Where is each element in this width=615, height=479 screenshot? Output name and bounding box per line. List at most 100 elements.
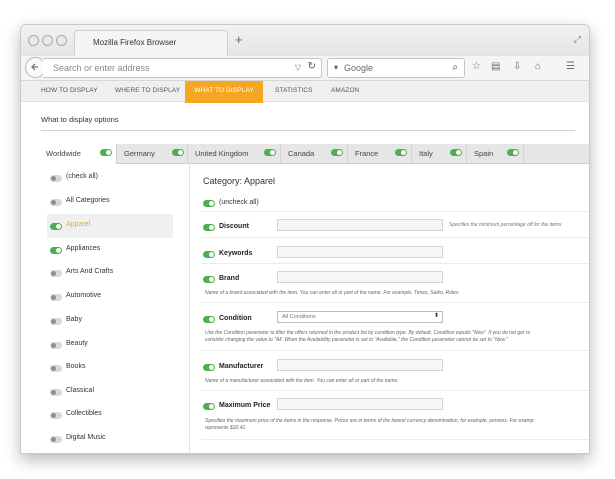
- maximum-price-input[interactable]: [277, 398, 443, 410]
- maximum-price-toggle[interactable]: [203, 403, 215, 410]
- row-divider: [201, 390, 589, 391]
- category-item-baby[interactable]: Baby: [47, 309, 173, 333]
- category-toggle[interactable]: [50, 389, 62, 396]
- nav-statistics[interactable]: STATISTICS: [275, 81, 313, 101]
- new-tab-button[interactable]: +: [235, 33, 243, 46]
- discount-hint: Specifies the minimum percentage off for…: [449, 222, 562, 228]
- home-icon[interactable]: ⌂: [535, 61, 541, 73]
- country-toggle[interactable]: [450, 149, 462, 156]
- country-tab-label: Spain: [474, 149, 494, 158]
- uncheck-all-label: (uncheck all): [219, 199, 259, 206]
- section-title: What to display options: [41, 115, 119, 124]
- condition-select[interactable]: All Conditions ⬍: [277, 311, 443, 323]
- keywords-toggle[interactable]: [203, 251, 215, 258]
- country-toggle[interactable]: [507, 149, 519, 156]
- condition-toggle[interactable]: [203, 316, 215, 323]
- category-toggle[interactable]: [50, 247, 62, 254]
- category-label: (check all): [66, 173, 98, 180]
- country-tab-united-kingdom[interactable]: United Kingdom: [188, 144, 281, 163]
- downloads-icon[interactable]: ⇩: [513, 61, 521, 73]
- row-divider: [201, 263, 589, 264]
- history-dropdown-icon[interactable]: ▽: [295, 63, 301, 72]
- reload-icon[interactable]: ↻: [308, 61, 316, 72]
- close-window-button[interactable]: [28, 35, 39, 46]
- country-toggle[interactable]: [395, 149, 407, 156]
- browser-tab[interactable]: Mozilla Firefox Browser: [74, 30, 228, 57]
- nav-what-to-display[interactable]: WHAT TO DISPLAY: [185, 81, 263, 103]
- brand-toggle[interactable]: [203, 276, 215, 283]
- select-arrows-icon: ⬍: [433, 313, 439, 319]
- country-toggle[interactable]: [172, 149, 184, 156]
- category-label: Digital Music: [66, 434, 106, 441]
- category-toggle[interactable]: [50, 412, 62, 419]
- manufacturer-input[interactable]: [277, 359, 443, 371]
- nav-where-to-display[interactable]: WHERE TO DISPLAY: [115, 81, 180, 101]
- category-label: Arts And Crafts: [66, 268, 114, 275]
- condition-description-line-2: consider changing the value to "All. Whe…: [205, 337, 508, 343]
- category-toggle[interactable]: [50, 175, 62, 182]
- brand-input[interactable]: [277, 271, 443, 283]
- minimize-window-button[interactable]: [42, 35, 53, 46]
- category-item-appliances[interactable]: Appliances: [47, 238, 173, 262]
- country-toggle[interactable]: [100, 149, 112, 156]
- search-bar[interactable]: ▾ Google ⌕: [327, 58, 465, 78]
- category-toggle[interactable]: [50, 294, 62, 301]
- category-item-arts-and-crafts[interactable]: Arts And Crafts: [47, 261, 173, 285]
- manufacturer-label: Manufacturer: [219, 363, 264, 370]
- url-bar[interactable]: Search or enter address ▽ ↻: [43, 58, 322, 78]
- discount-toggle[interactable]: [203, 224, 215, 231]
- category-toggle[interactable]: [50, 223, 62, 230]
- maximum-price-description-line-2: represents $32.41.: [205, 425, 247, 431]
- category-toggle[interactable]: [50, 436, 62, 443]
- uncheck-all-toggle[interactable]: [203, 200, 215, 207]
- discount-label: Discount: [219, 223, 249, 230]
- category-item-books[interactable]: Books: [47, 356, 173, 380]
- country-tab-germany[interactable]: Germany: [117, 144, 188, 163]
- search-engine-icon[interactable]: ▾: [334, 63, 338, 72]
- category-item-digital-music[interactable]: Digital Music: [47, 427, 173, 451]
- country-tab-label: Italy: [419, 149, 433, 158]
- category-settings-panel: Category: Apparel (uncheck all) Discount…: [189, 163, 589, 453]
- country-tab-italy[interactable]: Italy: [412, 144, 467, 163]
- condition-selected-value: All Conditions: [282, 314, 316, 320]
- category-item-check-all[interactable]: (check all): [47, 166, 173, 190]
- discount-input[interactable]: [277, 219, 443, 231]
- country-tab-worldwide[interactable]: Worldwide: [39, 144, 117, 164]
- category-toggle[interactable]: [50, 318, 62, 325]
- country-toggle[interactable]: [331, 149, 343, 156]
- country-tab-canada[interactable]: Canada: [281, 144, 348, 163]
- country-tab-spain[interactable]: Spain: [467, 144, 524, 163]
- title-bar: Mozilla Firefox Browser + ⤢: [21, 25, 589, 57]
- category-item-classical[interactable]: Classical: [47, 380, 173, 404]
- country-tab-label: Canada: [288, 149, 315, 158]
- category-toggle[interactable]: [50, 270, 62, 277]
- category-item-collectibles[interactable]: Collectibles: [47, 403, 173, 427]
- manufacturer-toggle[interactable]: [203, 364, 215, 371]
- category-label: Beauty: [66, 340, 88, 347]
- keywords-label: Keywords: [219, 250, 253, 257]
- tab-title: Mozilla Firefox Browser: [93, 38, 177, 47]
- bookmark-star-icon[interactable]: ☆: [472, 61, 481, 73]
- url-input[interactable]: Search or enter address: [53, 63, 150, 73]
- menu-icon[interactable]: ☰: [566, 61, 575, 73]
- category-item-automotive[interactable]: Automotive: [47, 285, 173, 309]
- country-toggle[interactable]: [264, 149, 276, 156]
- nav-how-to-display[interactable]: HOW TO DISPLAY: [41, 81, 98, 101]
- category-item-apparel[interactable]: Apparel: [47, 214, 173, 238]
- category-toggle[interactable]: [50, 365, 62, 372]
- nav-toolbar: Search or enter address ▽ ↻ ▾ Google ⌕ ☆…: [21, 56, 589, 81]
- fullscreen-icon[interactable]: ⤢: [574, 34, 581, 45]
- category-toggle[interactable]: [50, 199, 62, 206]
- category-item-all-categories[interactable]: All Categories: [47, 190, 173, 214]
- category-title: Category: Apparel: [203, 176, 276, 186]
- maximize-window-button[interactable]: [56, 35, 67, 46]
- category-toggle[interactable]: [50, 342, 62, 349]
- back-arrow-icon: [31, 63, 38, 71]
- bookmarks-list-icon[interactable]: ▤: [491, 61, 500, 73]
- category-item-beauty[interactable]: Beauty: [47, 333, 173, 357]
- search-input[interactable]: Google: [344, 63, 373, 73]
- keywords-input[interactable]: [277, 246, 443, 258]
- nav-amazon[interactable]: AMAZON: [331, 81, 359, 101]
- search-icon[interactable]: ⌕: [452, 62, 458, 73]
- country-tab-france[interactable]: France: [348, 144, 412, 163]
